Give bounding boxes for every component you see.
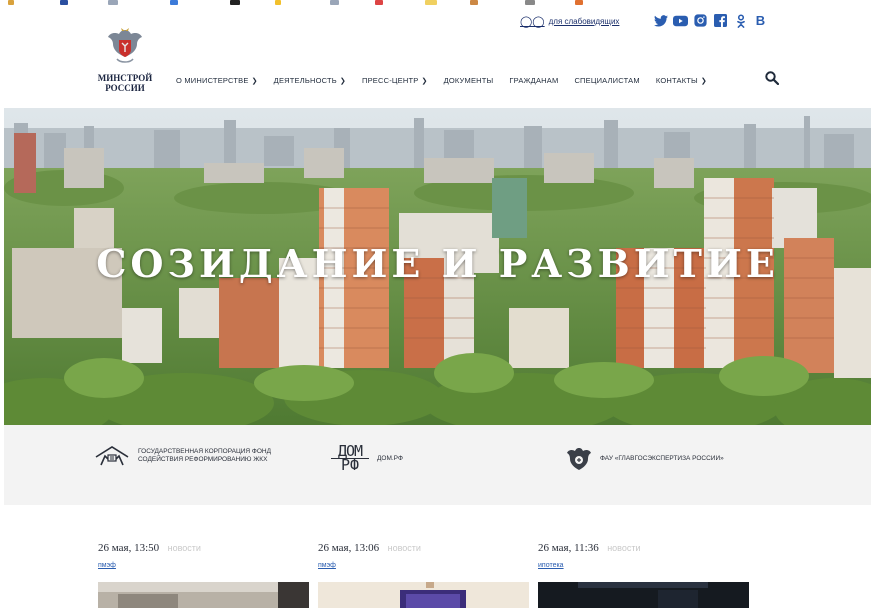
chevron-down-icon: ❯ [421, 76, 428, 85]
menu-item-citizens[interactable]: ГРАЖДАНАМ [509, 76, 558, 85]
menu-item-activity[interactable]: ДЕЯТЕЛЬНОСТЬ ❯ [274, 76, 346, 85]
news-tag-link[interactable]: пмэф [318, 562, 336, 569]
ministry-logo[interactable]: МИНСТРОЙ РОССИИ [92, 26, 158, 93]
news-date: 26 мая, 11:36 [538, 542, 599, 554]
partner-glavgosexpertiza[interactable]: ФАУ «ГЛАВГОСЭКСПЕРТИЗА РОССИИ» [566, 445, 724, 473]
menu-item-about[interactable]: О МИНИСТЕРСТВЕ ❯ [176, 76, 258, 85]
eagle-emblem-icon [567, 448, 591, 470]
menu-item-contacts[interactable]: КОНТАКТЫ ❯ [656, 76, 707, 85]
low-vision-label: для слабовидящих [548, 17, 620, 26]
logo-title: МИНСТРОЙ РОССИИ [97, 73, 153, 93]
browser-tab-strip [0, 0, 873, 8]
news-category: новости [607, 543, 641, 553]
dom-rf-logo: ДОМ РФ [331, 444, 369, 473]
main-navigation: МИНСТРОЙ РОССИИ О МИНИСТЕРСТВЕ ❯ ДЕЯТЕЛЬН… [0, 26, 873, 106]
house-fund-icon [95, 446, 129, 466]
news-thumbnail[interactable] [318, 582, 529, 608]
partner-dom-rf[interactable]: ДОМ РФ ДОМ.РФ [331, 444, 403, 473]
menu: О МИНИСТЕРСТВЕ ❯ ДЕЯТЕЛЬНОСТЬ ❯ ПРЕСС-ЦЕНТ… [176, 76, 723, 85]
partner-housing-fund[interactable]: ГОСУДАРСТВЕННАЯ КОРПОРАЦИЯ ФОНД СОДЕЙСТВ… [94, 445, 271, 467]
news-tag-link[interactable]: пмэф [98, 562, 116, 569]
menu-item-press-center[interactable]: ПРЕСС-ЦЕНТР ❯ [362, 76, 428, 85]
menu-item-documents[interactable]: ДОКУМЕНТЫ [444, 76, 494, 85]
partners-strip: ГОСУДАРСТВЕННАЯ КОРПОРАЦИЯ ФОНД СОДЕЙСТВ… [4, 425, 871, 505]
chevron-down-icon: ❯ [700, 76, 707, 85]
chevron-down-icon: ❯ [251, 76, 258, 85]
news-thumbnail[interactable] [538, 582, 749, 608]
search-icon[interactable] [765, 71, 779, 85]
chevron-down-icon: ❯ [339, 76, 346, 85]
hero-title: СОЗИДАНИЕ И РАЗВИТИЕ [96, 241, 779, 286]
menu-item-specialists[interactable]: СПЕЦИАЛИСТАМ [574, 76, 639, 85]
hero-banner[interactable]: СОЗИДАНИЕ И РАЗВИТИЕ [4, 108, 871, 425]
news-category: новости [167, 543, 201, 553]
news-date: 26 мая, 13:06 [318, 542, 380, 554]
news-tag-link[interactable]: ипотека [538, 562, 564, 569]
news-date: 26 мая, 13:50 [98, 542, 160, 554]
news-category: новости [387, 543, 421, 553]
news-card[interactable]: 26 мая, 13:06 новости пмэф [318, 538, 530, 608]
news-thumbnail[interactable] [98, 582, 309, 608]
news-card[interactable]: 26 мая, 11:36 новости ипотека [538, 538, 750, 608]
news-card[interactable]: 26 мая, 13:50 новости пмэф [98, 538, 310, 608]
coat-of-arms-icon [108, 28, 142, 63]
